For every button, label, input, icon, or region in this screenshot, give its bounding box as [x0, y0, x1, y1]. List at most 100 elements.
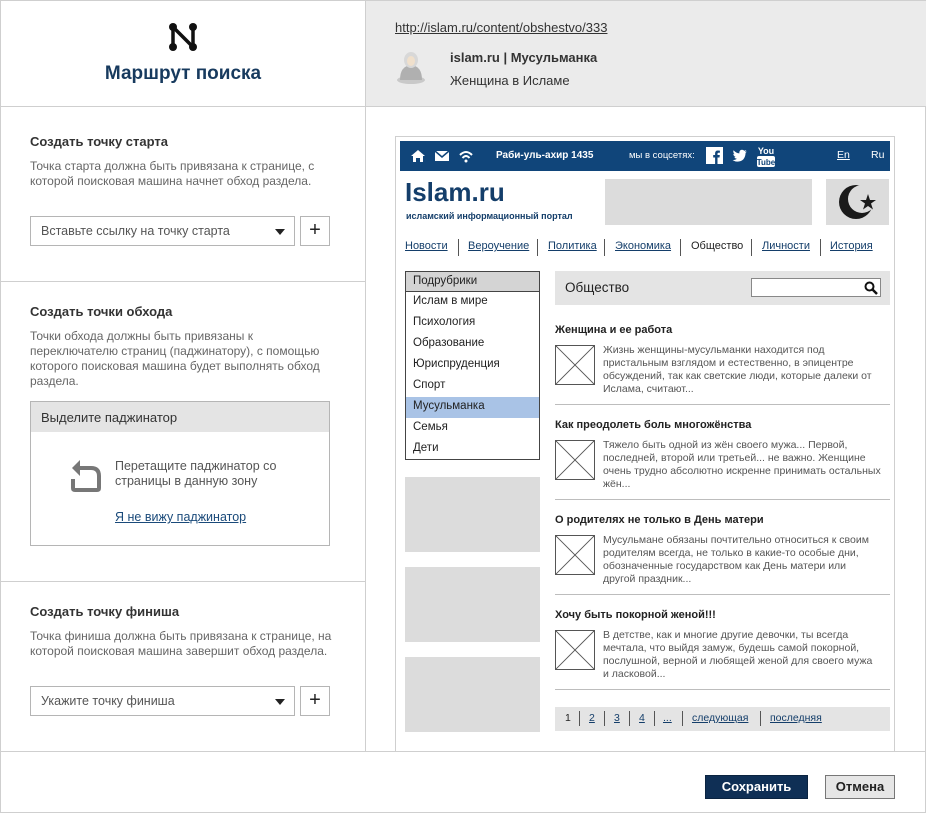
site-logo[interactable]: Islam.ru — [405, 177, 505, 208]
article-item[interactable]: Женщина и ее работа Жизнь женщины-мусуль… — [555, 324, 890, 406]
chevron-down-icon — [275, 699, 285, 705]
site-subtitle: Женщина в Исламе — [450, 73, 570, 88]
search-input[interactable] — [751, 278, 881, 297]
finish-point-select[interactable]: Укажите точку финиша — [30, 686, 295, 716]
youtube-icon[interactable]: You Tube — [756, 144, 776, 168]
section-title: Общество — [565, 280, 630, 295]
article-excerpt: Тяжело быть одной из жён своего мужа... … — [603, 439, 881, 490]
article-item[interactable]: Как преодолеть боль многожёнства Тяжело … — [555, 419, 890, 501]
image-placeholder-icon — [555, 440, 595, 480]
page-info-header: http://islam.ru/content/obshestvo/333 is… — [366, 1, 926, 107]
drag-back-icon — [71, 460, 101, 492]
page-url-link[interactable]: http://islam.ru/content/obshestvo/333 — [395, 20, 607, 35]
svg-text:You: You — [758, 146, 774, 156]
start-section-title: Создать точку старта — [30, 134, 168, 149]
ad-placeholder — [405, 567, 540, 642]
divider — [555, 594, 890, 595]
paginator-drop-zone[interactable]: Выделите паджинатор Перетащите паджинато… — [30, 401, 330, 546]
list-item-selected[interactable]: Мусульманка — [406, 397, 539, 418]
banner-placeholder — [605, 179, 812, 225]
divider — [555, 404, 890, 405]
pager-divider — [682, 711, 683, 726]
save-button[interactable]: Сохранить — [705, 775, 808, 799]
divider — [555, 689, 890, 690]
pager-divider — [579, 711, 580, 726]
list-item[interactable]: Психология — [406, 313, 539, 334]
add-start-point-button[interactable]: + — [300, 216, 330, 246]
rss-wifi-icon[interactable] — [458, 149, 474, 163]
image-placeholder-icon — [555, 535, 595, 575]
article-title[interactable]: Хочу быть покорной женой!!! — [555, 609, 716, 621]
nav-economy[interactable]: Экономика — [615, 240, 671, 252]
hijri-date: Раби-уль-ахир 1435 — [496, 150, 594, 161]
ad-placeholder — [405, 477, 540, 552]
nav-faith[interactable]: Вероучение — [468, 240, 529, 252]
page-title: Маршрут поиска — [104, 63, 262, 84]
nav-divider — [680, 239, 681, 256]
start-point-section: Создать точку старта Точка старта должна… — [1, 107, 365, 282]
nav-history[interactable]: История — [830, 240, 873, 252]
site-name: islam.ru | Мусульманка — [450, 50, 598, 65]
route-node-icon — [169, 23, 197, 51]
footer-bar: Сохранить Отмена — [1, 751, 926, 814]
nav-persons[interactable]: Личности — [762, 240, 810, 252]
mail-icon[interactable] — [434, 149, 450, 163]
pager-last[interactable]: последняя — [770, 712, 822, 724]
nav-politics[interactable]: Политика — [548, 240, 597, 252]
lang-ru-link[interactable]: Ru — [871, 149, 884, 161]
finish-section-title: Создать точку финиша — [30, 604, 180, 619]
start-point-placeholder: Вставьте ссылку на точку старта — [41, 224, 230, 238]
start-section-description: Точка старта должна быть привязана к стр… — [30, 159, 315, 188]
paginator[interactable]: 1 2 3 4 ... следующая последняя — [555, 707, 890, 731]
pager-page-current[interactable]: 1 — [565, 712, 571, 724]
facebook-icon[interactable] — [706, 147, 723, 164]
pager-divider — [654, 711, 655, 726]
article-excerpt: Жизнь женщины-мусульманки находится под … — [603, 344, 872, 395]
route-editor-window: Маршрут поиска Создать точку старта Точк… — [0, 0, 926, 813]
cancel-button[interactable]: Отмена — [825, 775, 895, 799]
list-item[interactable]: Дети — [406, 439, 539, 460]
pager-divider — [629, 711, 630, 726]
nav-news[interactable]: Новости — [405, 240, 448, 252]
finish-point-placeholder: Укажите точку финиша — [41, 694, 175, 708]
search-icon[interactable] — [864, 281, 878, 295]
social-label: мы в соцсетях: — [629, 150, 695, 161]
chevron-down-icon — [275, 229, 285, 235]
drop-zone-header: Выделите паджинатор — [31, 402, 329, 432]
nav-divider — [537, 239, 538, 256]
twitter-icon[interactable] — [732, 149, 748, 163]
pager-next[interactable]: следующая — [692, 712, 748, 724]
pager-page[interactable]: 2 — [589, 712, 595, 724]
list-item[interactable]: Образование — [406, 334, 539, 355]
start-point-select[interactable]: Вставьте ссылку на точку старта — [30, 216, 295, 246]
nav-society[interactable]: Общество — [691, 240, 743, 252]
list-item[interactable]: Спорт — [406, 376, 539, 397]
article-title[interactable]: Как преодолеть боль многожёнства — [555, 419, 751, 431]
divider — [555, 499, 890, 500]
pager-ellipsis[interactable]: ... — [663, 712, 672, 724]
article-title[interactable]: Женщина и ее работа — [555, 324, 672, 336]
nav-divider — [458, 239, 459, 256]
no-paginator-link[interactable]: Я не вижу паджинатор — [115, 510, 246, 524]
article-item[interactable]: Хочу быть покорной женой!!! В детстве, к… — [555, 609, 890, 691]
article-item[interactable]: О родителях не только в День матери Мусу… — [555, 514, 890, 596]
list-item[interactable]: Семья — [406, 418, 539, 439]
list-item[interactable]: Юриспруденция — [406, 355, 539, 376]
home-icon[interactable] — [410, 149, 426, 163]
user-avatar-icon — [397, 52, 425, 84]
article-title[interactable]: О родителях не только в День матери — [555, 514, 764, 526]
pager-page[interactable]: 4 — [639, 712, 645, 724]
crescent-banner — [826, 179, 889, 225]
left-panel: Маршрут поиска Создать точку старта Точк… — [1, 1, 366, 751]
page-preview[interactable]: Раби-уль-ахир 1435 мы в соцсетях: You Tub… — [395, 136, 895, 752]
add-finish-point-button[interactable]: + — [300, 686, 330, 716]
pager-divider — [604, 711, 605, 726]
ad-placeholder — [405, 657, 540, 732]
subrubrics-header: Подрубрики — [406, 272, 539, 292]
preview-topbar: Раби-уль-ахир 1435 мы в соцсетях: You Tub… — [400, 141, 890, 171]
nav-divider — [820, 239, 821, 256]
site-logo-subtitle: исламский информационный портал — [406, 211, 573, 221]
list-item[interactable]: Ислам в мире — [406, 292, 539, 313]
pager-page[interactable]: 3 — [614, 712, 620, 724]
lang-en-link[interactable]: En — [837, 149, 850, 161]
